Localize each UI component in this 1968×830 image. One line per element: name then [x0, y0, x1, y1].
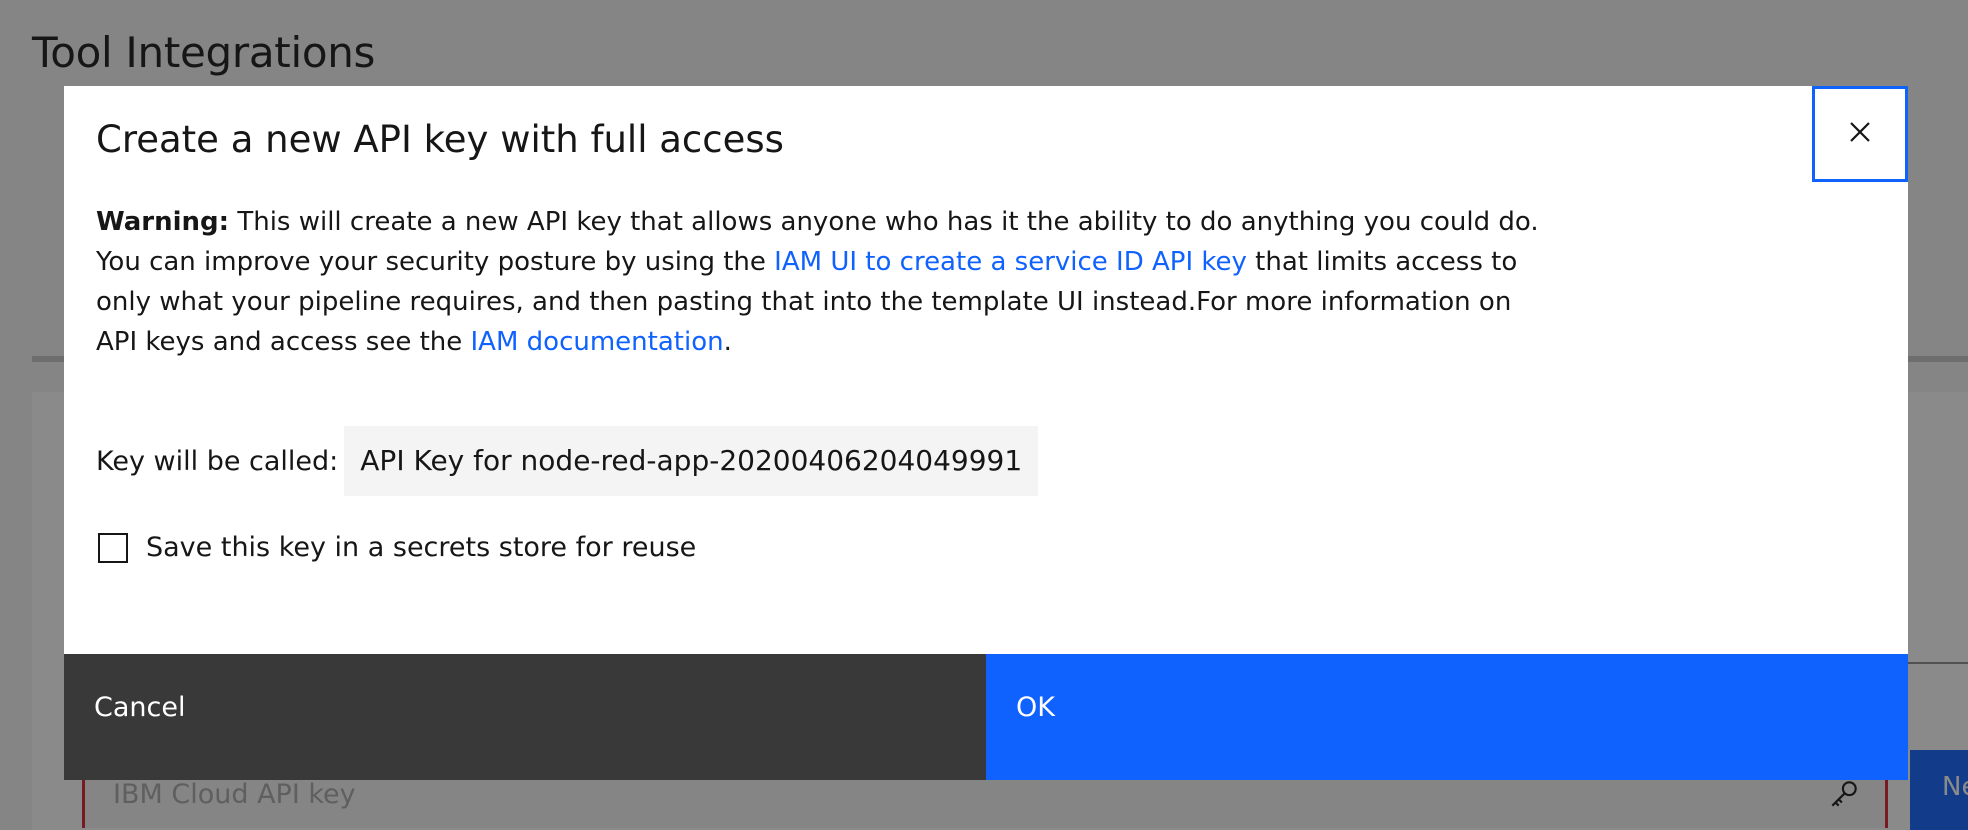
- close-icon: [1848, 120, 1872, 148]
- warning-text: Warning: This will create a new API key …: [96, 202, 1556, 362]
- iam-service-id-link[interactable]: IAM UI to create a service ID API key: [774, 247, 1247, 277]
- close-button[interactable]: [1812, 86, 1908, 182]
- iam-documentation-link[interactable]: IAM documentation: [471, 327, 724, 357]
- key-name-row: Key will be called: API Key for node-red…: [96, 426, 1039, 496]
- save-key-checkbox-row[interactable]: Save this key in a secrets store for reu…: [96, 532, 696, 563]
- api-key-modal: Create a new API key with full access Wa…: [64, 86, 1908, 780]
- save-key-checkbox[interactable]: [98, 532, 128, 563]
- cancel-button[interactable]: Cancel: [64, 654, 986, 780]
- key-name-value: API Key for node-red-app-202004062040499…: [344, 426, 1039, 496]
- ok-button[interactable]: OK: [986, 654, 1908, 780]
- key-name-label: Key will be called:: [96, 445, 339, 477]
- modal-footer: Cancel OK: [64, 654, 1908, 780]
- warning-text-part: .: [723, 327, 732, 357]
- modal-title: Create a new API key with full access: [96, 118, 784, 161]
- save-key-checkbox-label[interactable]: Save this key in a secrets store for reu…: [146, 532, 696, 563]
- warning-label: Warning:: [96, 207, 230, 237]
